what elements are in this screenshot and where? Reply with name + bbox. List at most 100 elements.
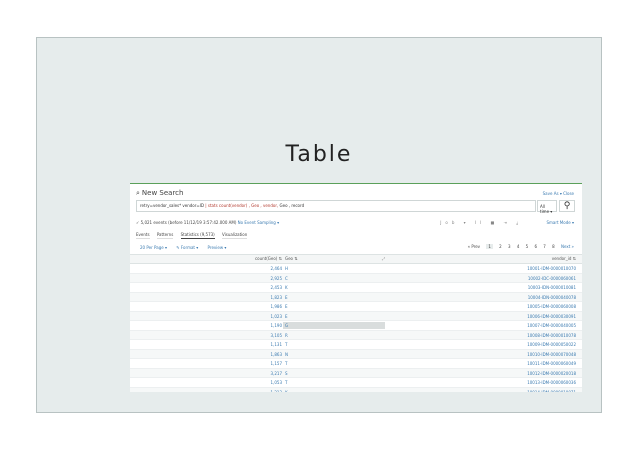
- cell-geo[interactable]: T: [285, 380, 287, 385]
- page-3[interactable]: 3: [508, 244, 511, 249]
- cell-geo[interactable]: C: [285, 276, 288, 281]
- tab-patterns[interactable]: Patterns: [156, 232, 174, 239]
- search-input[interactable]: retry=vendor_sales* vendor=ID | stats co…: [136, 200, 536, 212]
- cell-vendor-id[interactable]: 10009-IDM-0000050022: [527, 342, 576, 347]
- cell-geo[interactable]: E: [285, 314, 288, 319]
- search-title: ⌕ New Search: [136, 189, 183, 198]
- cell-geo[interactable]: T: [285, 342, 287, 347]
- cell-count[interactable]: 1,023: [234, 314, 282, 319]
- page-7[interactable]: 7: [543, 244, 546, 249]
- result-tabs: Events Patterns Statistics (9,573) Visua…: [136, 232, 253, 239]
- tab-visualization[interactable]: Visualization: [222, 232, 248, 239]
- cell-count[interactable]: 2,464: [234, 266, 282, 271]
- time-range-picker[interactable]: All time ▾: [537, 200, 557, 214]
- prev-page-link[interactable]: « Prev: [468, 244, 480, 249]
- page-1[interactable]: 1: [486, 244, 493, 249]
- preview-dropdown[interactable]: Preview ▾: [208, 245, 227, 250]
- table-row: 1,213 K 10014-IDM-0000010071: [130, 387, 582, 393]
- table-row: 1,053 T 10013-IDM-0000060036: [130, 378, 582, 388]
- table-row: 1,823 E 10004-IDN-0000040078: [130, 292, 582, 302]
- table-row: 3,217 S 10012-IDM-0000020018: [130, 368, 582, 378]
- cell-count[interactable]: 1,131: [234, 342, 282, 347]
- cell-vendor-id[interactable]: 10001-IDM-0000010070: [527, 266, 576, 271]
- table-row: 1,131 T 10009-IDM-0000050022: [130, 340, 582, 350]
- tab-statistics[interactable]: Statistics (9,573): [180, 232, 215, 239]
- cell-vendor-id[interactable]: 10002-IDC-0000060061: [528, 276, 576, 281]
- cell-vendor-id[interactable]: 10003-IDN-0000010081: [528, 285, 576, 290]
- cell-vendor-id[interactable]: 10011-IDM-0000060049: [527, 361, 576, 366]
- cell-geo[interactable]: G: [285, 323, 288, 328]
- cell-count[interactable]: 3,217: [234, 371, 282, 376]
- table-body: 2,464 H 10001-IDM-0000010070 2,925 C 10002-ID…: [130, 264, 582, 392]
- query-text-2: | stats count(vendor) , Geo , vendor,: [204, 203, 280, 208]
- next-page-link[interactable]: Next »: [561, 244, 574, 249]
- search-title-text: New Search: [141, 189, 184, 197]
- column-resize-icon[interactable]: ⤢: [382, 256, 385, 261]
- job-controls[interactable]: Job ▾ II ■ ⇥ ⤓: [440, 220, 522, 225]
- table-row: 2,453 K 10003-IDN-0000010081: [130, 283, 582, 293]
- page-6[interactable]: 6: [534, 244, 537, 249]
- tab-events[interactable]: Events: [136, 232, 150, 239]
- cell-geo[interactable]: T: [285, 361, 287, 366]
- table-row: 3,105 R 10008-IDM-0000010078: [130, 330, 582, 340]
- cell-geo[interactable]: E: [285, 295, 288, 300]
- save-close-links[interactable]: Save As ▾ Close: [543, 191, 574, 196]
- table-row: 1,157 T 10011-IDM-0000060049: [130, 359, 582, 369]
- cell-count[interactable]: 1,213: [234, 390, 282, 393]
- smart-mode-dropdown[interactable]: Smart Mode ▾: [546, 220, 574, 225]
- cell-geo[interactable]: N: [285, 352, 288, 357]
- query-text-1: retry=vendor_sales* vendor=ID: [140, 203, 205, 208]
- status-bar: ✓ 5,021 events (before 11/12/19 3:57:42.…: [136, 220, 279, 225]
- cell-vendor-id[interactable]: 10010-IDM-0000070048: [527, 352, 576, 357]
- cell-count[interactable]: 3,105: [234, 333, 282, 338]
- cell-vendor-id[interactable]: 10012-IDM-0000020018: [527, 371, 576, 376]
- query-text-3: Geo , record: [279, 203, 305, 208]
- search-panel: ⌕ New Search Save As ▾ Close retry=vendor…: [130, 183, 582, 392]
- table-row: 1,190 G 10007-IDM-0000040005: [130, 321, 582, 331]
- search-icon: ⚲: [563, 201, 571, 211]
- cell-vendor-id[interactable]: 10014-IDM-0000010071: [527, 390, 576, 393]
- cell-vendor-id[interactable]: 10005-IDM-0000060008: [527, 304, 576, 309]
- cell-count[interactable]: 1,823: [234, 295, 282, 300]
- cell-vendor-id[interactable]: 10013-IDM-0000060036: [527, 380, 576, 385]
- pagination: « Prev 1 2 3 4 5 6 7 8 Next »: [463, 244, 574, 249]
- page-5[interactable]: 5: [526, 244, 529, 249]
- page-8[interactable]: 8: [552, 244, 555, 249]
- cell-count[interactable]: 2,453: [234, 285, 282, 290]
- slide-title: Table: [285, 142, 353, 167]
- event-sampling-dropdown[interactable]: No Event Sampling ▾: [238, 220, 279, 225]
- cell-geo[interactable]: K: [285, 390, 288, 393]
- format-dropdown[interactable]: ✎ Format ▾: [176, 245, 198, 250]
- cell-count[interactable]: 1,053: [234, 380, 282, 385]
- cell-count[interactable]: 1,986: [234, 304, 282, 309]
- table-row: 1,863 N 10010-IDM-0000070048: [130, 349, 582, 359]
- page-4[interactable]: 4: [517, 244, 520, 249]
- cell-count[interactable]: 1,190: [234, 323, 282, 328]
- table-row: 2,464 H 10001-IDM-0000010070: [130, 264, 582, 274]
- cell-count[interactable]: 2,925: [234, 276, 282, 281]
- cell-count[interactable]: 1,157: [234, 361, 282, 366]
- page-2[interactable]: 2: [499, 244, 502, 249]
- cell-vendor-id[interactable]: 10007-IDM-0000040005: [527, 323, 576, 328]
- events-count: ✓ 5,021 events (before 11/12/19 3:57:42.…: [136, 220, 237, 225]
- hovered-cell-highlight: [283, 322, 385, 329]
- results-table: count(Geo) ⇅ Geo ⇅ ⤢ vendor_id ⇅ 2,464 H 1…: [130, 254, 582, 392]
- cell-vendor-id[interactable]: 10004-IDN-0000040078: [528, 295, 576, 300]
- per-page-dropdown[interactable]: 20 Per Page ▾: [140, 245, 167, 250]
- search-button[interactable]: ⚲: [559, 200, 575, 212]
- cell-geo[interactable]: H: [285, 266, 288, 271]
- column-header-geo[interactable]: Geo ⇅: [285, 256, 298, 261]
- table-row: 2,925 C 10002-IDC-0000060061: [130, 273, 582, 283]
- column-header-count[interactable]: count(Geo) ⇅: [234, 256, 282, 261]
- cell-vendor-id[interactable]: 10008-IDM-0000010078: [527, 333, 576, 338]
- cell-count[interactable]: 1,863: [234, 352, 282, 357]
- cell-geo[interactable]: S: [285, 371, 288, 376]
- table-header: count(Geo) ⇅ Geo ⇅ ⤢ vendor_id ⇅: [130, 254, 582, 264]
- cell-vendor-id[interactable]: 10006-IDM-0000030091: [527, 314, 576, 319]
- search-icon: ⌕: [136, 189, 140, 197]
- cell-geo[interactable]: R: [285, 333, 288, 338]
- cell-geo[interactable]: K: [285, 285, 288, 290]
- table-options: 20 Per Page ▾ ✎ Format ▾ Preview ▾: [140, 245, 234, 250]
- column-header-vendor-id[interactable]: vendor_id ⇅: [552, 256, 576, 261]
- cell-geo[interactable]: E: [285, 304, 288, 309]
